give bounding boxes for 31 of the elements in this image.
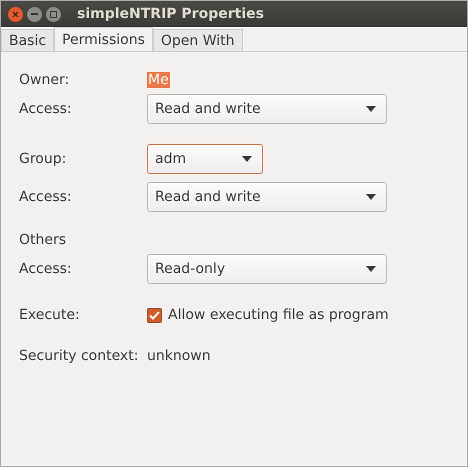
section-heading: Others [19,232,68,248]
close-button[interactable] [8,6,23,22]
checkbox[interactable] [147,308,162,322]
close-icon [12,10,19,18]
field-label: Access: [19,261,73,277]
minimize-icon [31,13,38,15]
caret-icon [366,106,376,112]
checkmark-icon [149,310,160,320]
field-label: Access: [19,101,73,117]
dropdown[interactable]: Read and write [147,182,387,212]
dropdown[interactable]: Read-only [147,254,387,284]
minimize-button[interactable] [27,6,42,22]
caret-icon [366,194,376,200]
maximize-button[interactable] [46,6,61,22]
maximize-icon [50,10,57,18]
field-label: Security context: [19,348,140,364]
dropdown[interactable]: adm [147,144,263,174]
window-title: simpleNTRIP Properties [77,6,264,22]
dropdown[interactable]: Read and write [147,94,387,124]
caret-icon [366,266,376,272]
field-value: unknown [147,348,211,364]
tab[interactable]: Permissions [54,27,153,51]
tab[interactable]: Basic [1,29,54,51]
tab[interactable]: Open With [152,29,243,51]
caret-icon [242,156,252,162]
field-label: Group: [19,151,68,167]
field-label: Owner: [19,72,70,88]
field-label: Access: [19,189,73,205]
execute-checkbox[interactable]: Allow executing file as program [147,307,389,323]
owner-value: Me [147,72,170,88]
field-label: Execute: [19,307,81,323]
